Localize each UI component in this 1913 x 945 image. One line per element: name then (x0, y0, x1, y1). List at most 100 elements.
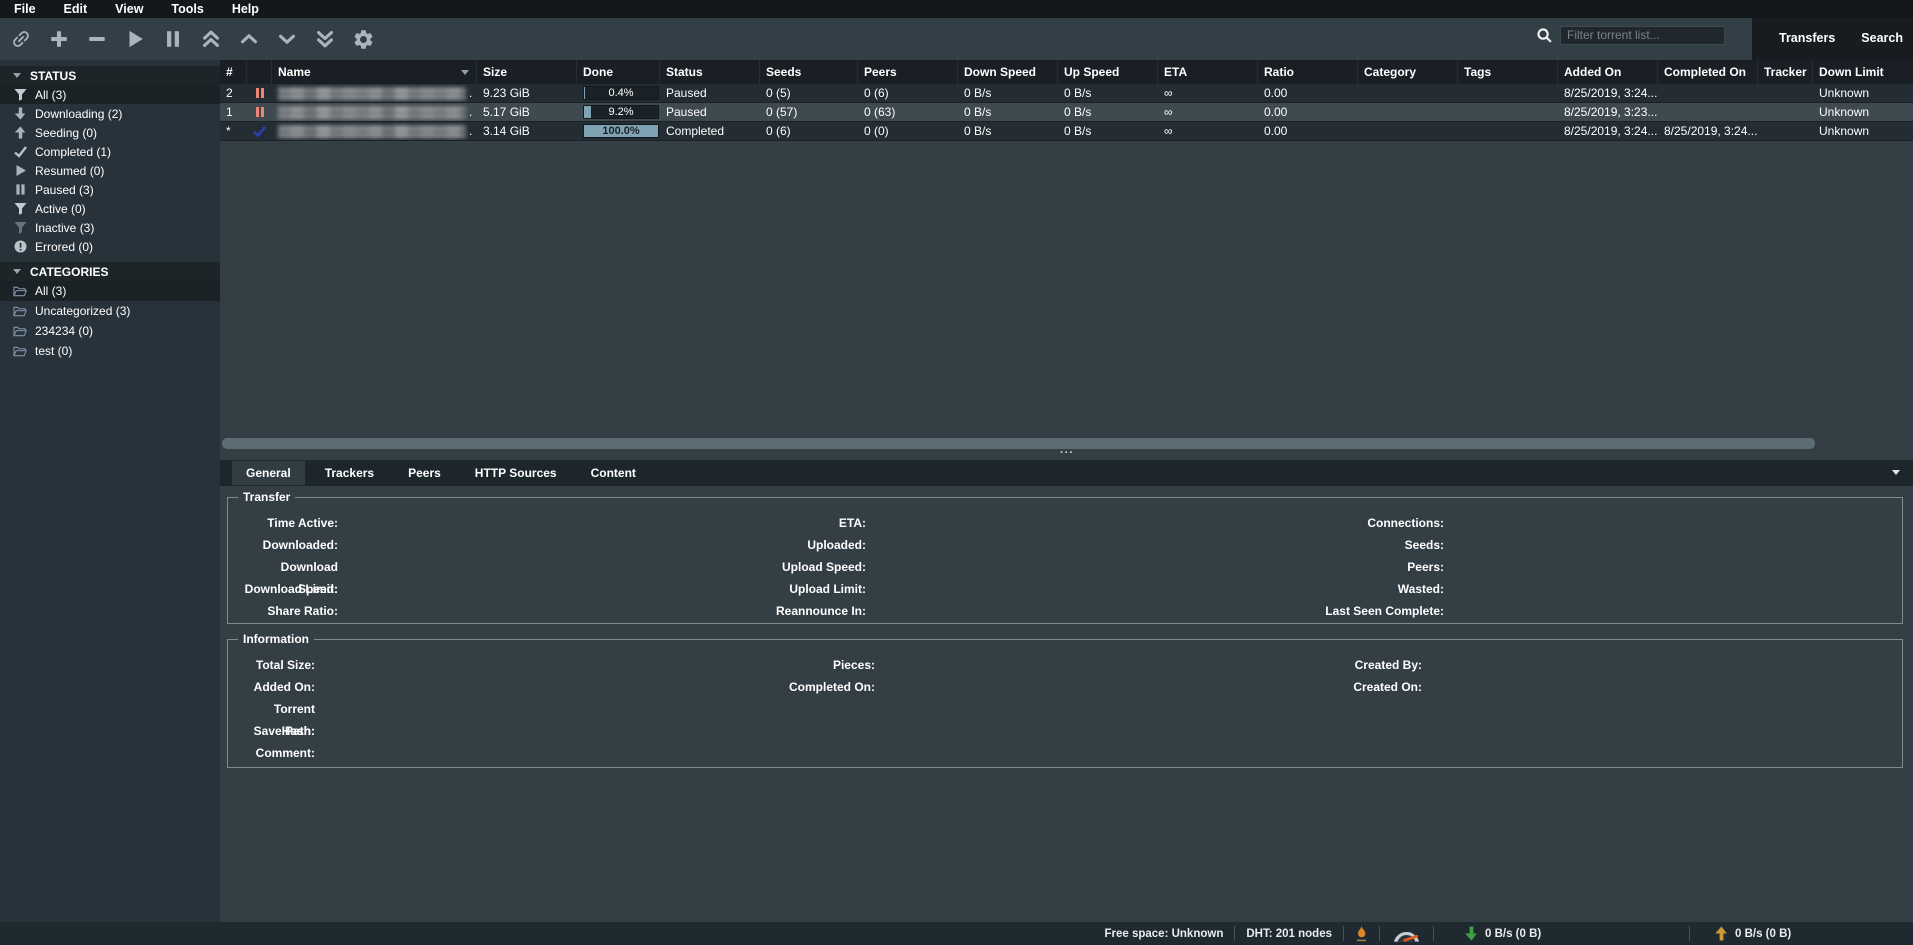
column-header-up-speed[interactable]: Up Speed (1058, 60, 1158, 84)
filter-area (1536, 25, 1725, 45)
column-header-added-on[interactable]: Added On (1558, 60, 1658, 84)
top-priority-button[interactable] (199, 27, 223, 51)
field-label: Wasted: (1228, 578, 1444, 600)
cell-tags (1458, 103, 1558, 121)
gear-icon (352, 28, 375, 51)
sidebar-item-paused[interactable]: Paused (3) (0, 180, 220, 199)
category-item-uncategorized[interactable]: Uncategorized (3) (0, 301, 220, 321)
alt-speed-limits-toggle[interactable] (1391, 925, 1422, 943)
sidebar-item-seeding[interactable]: Seeding (0) (0, 123, 220, 142)
tab-general[interactable]: General (232, 461, 305, 485)
cell-status: Completed (660, 122, 760, 140)
column-header-state[interactable] (247, 60, 272, 84)
transfer-legend: Transfer (238, 490, 295, 505)
increase-priority-button[interactable] (237, 27, 261, 51)
menu-item-edit[interactable]: Edit (50, 0, 102, 18)
filter-torrent-input[interactable] (1560, 26, 1725, 45)
menu-bar: File Edit View Tools Help (0, 0, 1913, 18)
menu-item-file[interactable]: File (0, 0, 50, 18)
tab-search[interactable]: Search (1850, 26, 1913, 50)
detail-tab-bar: General Trackers Peers HTTP Sources Cont… (220, 460, 1913, 486)
sidebar-item-all[interactable]: All (3) (0, 85, 220, 104)
column-header-completed-on[interactable]: Completed On (1658, 60, 1758, 84)
cell-tracker (1758, 122, 1813, 140)
column-header-category[interactable]: Category (1358, 60, 1458, 84)
redacted-name (278, 87, 466, 100)
cell-category (1358, 84, 1458, 102)
delete-torrent-button[interactable] (85, 27, 109, 51)
tab-content[interactable]: Content (577, 461, 650, 485)
menu-item-tools[interactable]: Tools (157, 0, 217, 18)
progress-bar: 0.4% (583, 86, 659, 100)
status-section-header[interactable]: STATUS (0, 66, 220, 85)
sidebar-item-resumed[interactable]: Resumed (0) (0, 161, 220, 180)
field-label: Reannounce In: (648, 600, 866, 622)
cell-down-limit: Unknown (1813, 84, 1913, 102)
torrent-row[interactable]: 2 . 9.23 GiB 0.4% Paused 0 (5) 0 (6) 0 B… (220, 84, 1913, 103)
column-header-size[interactable]: Size (477, 60, 577, 84)
column-header-down-speed[interactable]: Down Speed (958, 60, 1058, 84)
torrent-row[interactable]: 1 . 5.17 GiB 9.2% Paused 0 (57) 0 (63) 0… (220, 103, 1913, 122)
sidebar: STATUS All (3) Downloading (2) Seeding (… (0, 60, 220, 922)
search-icon (1536, 27, 1553, 44)
column-header-name[interactable]: Name (272, 60, 477, 84)
field-label: Pieces: (658, 654, 875, 676)
tabs-overflow-caret-icon[interactable] (1892, 470, 1900, 475)
bottom-priority-button[interactable] (313, 27, 337, 51)
completed-check-icon (247, 122, 272, 140)
cell-category (1358, 103, 1458, 121)
panel-splitter[interactable]: ··· (220, 449, 1913, 460)
tab-peers[interactable]: Peers (394, 461, 455, 485)
torrent-row[interactable]: * . 3.14 GiB 100.0% Completed 0 (6) 0 (0… (220, 122, 1913, 141)
tab-http-sources[interactable]: HTTP Sources (461, 461, 571, 485)
categories-section-header[interactable]: CATEGORIES (0, 262, 220, 281)
column-header-number[interactable]: # (220, 60, 247, 84)
field-label: Uploaded: (648, 534, 866, 556)
category-item-234234[interactable]: 234234 (0) (0, 321, 220, 341)
category-item-test[interactable]: test (0) (0, 341, 220, 361)
upload-speed-indicator[interactable]: 0 B/s (0 B) (1701, 926, 1913, 941)
column-header-down-limit[interactable]: Down Limit (1813, 60, 1913, 84)
field-label: Upload Speed: (648, 556, 866, 578)
add-torrent-button[interactable] (47, 27, 71, 51)
tab-transfers[interactable]: Transfers (1768, 26, 1846, 50)
sidebar-item-downloading[interactable]: Downloading (2) (0, 104, 220, 123)
collapse-caret-icon (13, 73, 21, 78)
cell-down-limit: Unknown (1813, 122, 1913, 140)
sidebar-item-errored[interactable]: Errored (0) (0, 237, 220, 256)
sidebar-item-inactive[interactable]: Inactive (3) (0, 218, 220, 237)
field-label: Completed On: (658, 676, 875, 698)
pause-button[interactable] (161, 27, 185, 51)
cell-down-speed: 0 B/s (958, 103, 1058, 121)
column-header-seeds[interactable]: Seeds (760, 60, 858, 84)
download-speed-indicator[interactable]: 0 B/s (0 B) (1445, 926, 1678, 941)
add-torrent-link-button[interactable] (9, 27, 33, 51)
options-button[interactable] (351, 27, 375, 51)
column-header-peers[interactable]: Peers (858, 60, 958, 84)
cell-down-speed: 0 B/s (958, 84, 1058, 102)
column-header-tags[interactable]: Tags (1458, 60, 1558, 84)
sidebar-item-active[interactable]: Active (0) (0, 199, 220, 218)
column-header-done[interactable]: Done (577, 60, 660, 84)
decrease-priority-button[interactable] (275, 27, 299, 51)
funnel-icon (13, 202, 27, 215)
menu-item-view[interactable]: View (101, 0, 157, 18)
horizontal-scrollbar-thumb[interactable] (222, 438, 1815, 449)
column-header-ratio[interactable]: Ratio (1258, 60, 1358, 84)
column-header-status[interactable]: Status (660, 60, 760, 84)
resume-button[interactable] (123, 27, 147, 51)
cell-ratio: 0.00 (1258, 84, 1358, 102)
plus-icon (48, 28, 70, 50)
field-label: Connections: (1228, 512, 1444, 534)
tab-trackers[interactable]: Trackers (311, 461, 388, 485)
arrow-down-icon (1465, 926, 1478, 941)
column-header-tracker[interactable]: Tracker (1758, 60, 1813, 84)
cell-size: 3.14 GiB (477, 122, 577, 140)
menu-item-help[interactable]: Help (218, 0, 273, 18)
column-header-eta[interactable]: ETA (1158, 60, 1258, 84)
cell-completed-on (1658, 84, 1758, 102)
field-label: ETA: (648, 512, 866, 534)
category-item-all[interactable]: All (3) (0, 281, 220, 301)
sidebar-item-completed[interactable]: Completed (1) (0, 142, 220, 161)
field-label: Download Limit: (238, 578, 338, 600)
